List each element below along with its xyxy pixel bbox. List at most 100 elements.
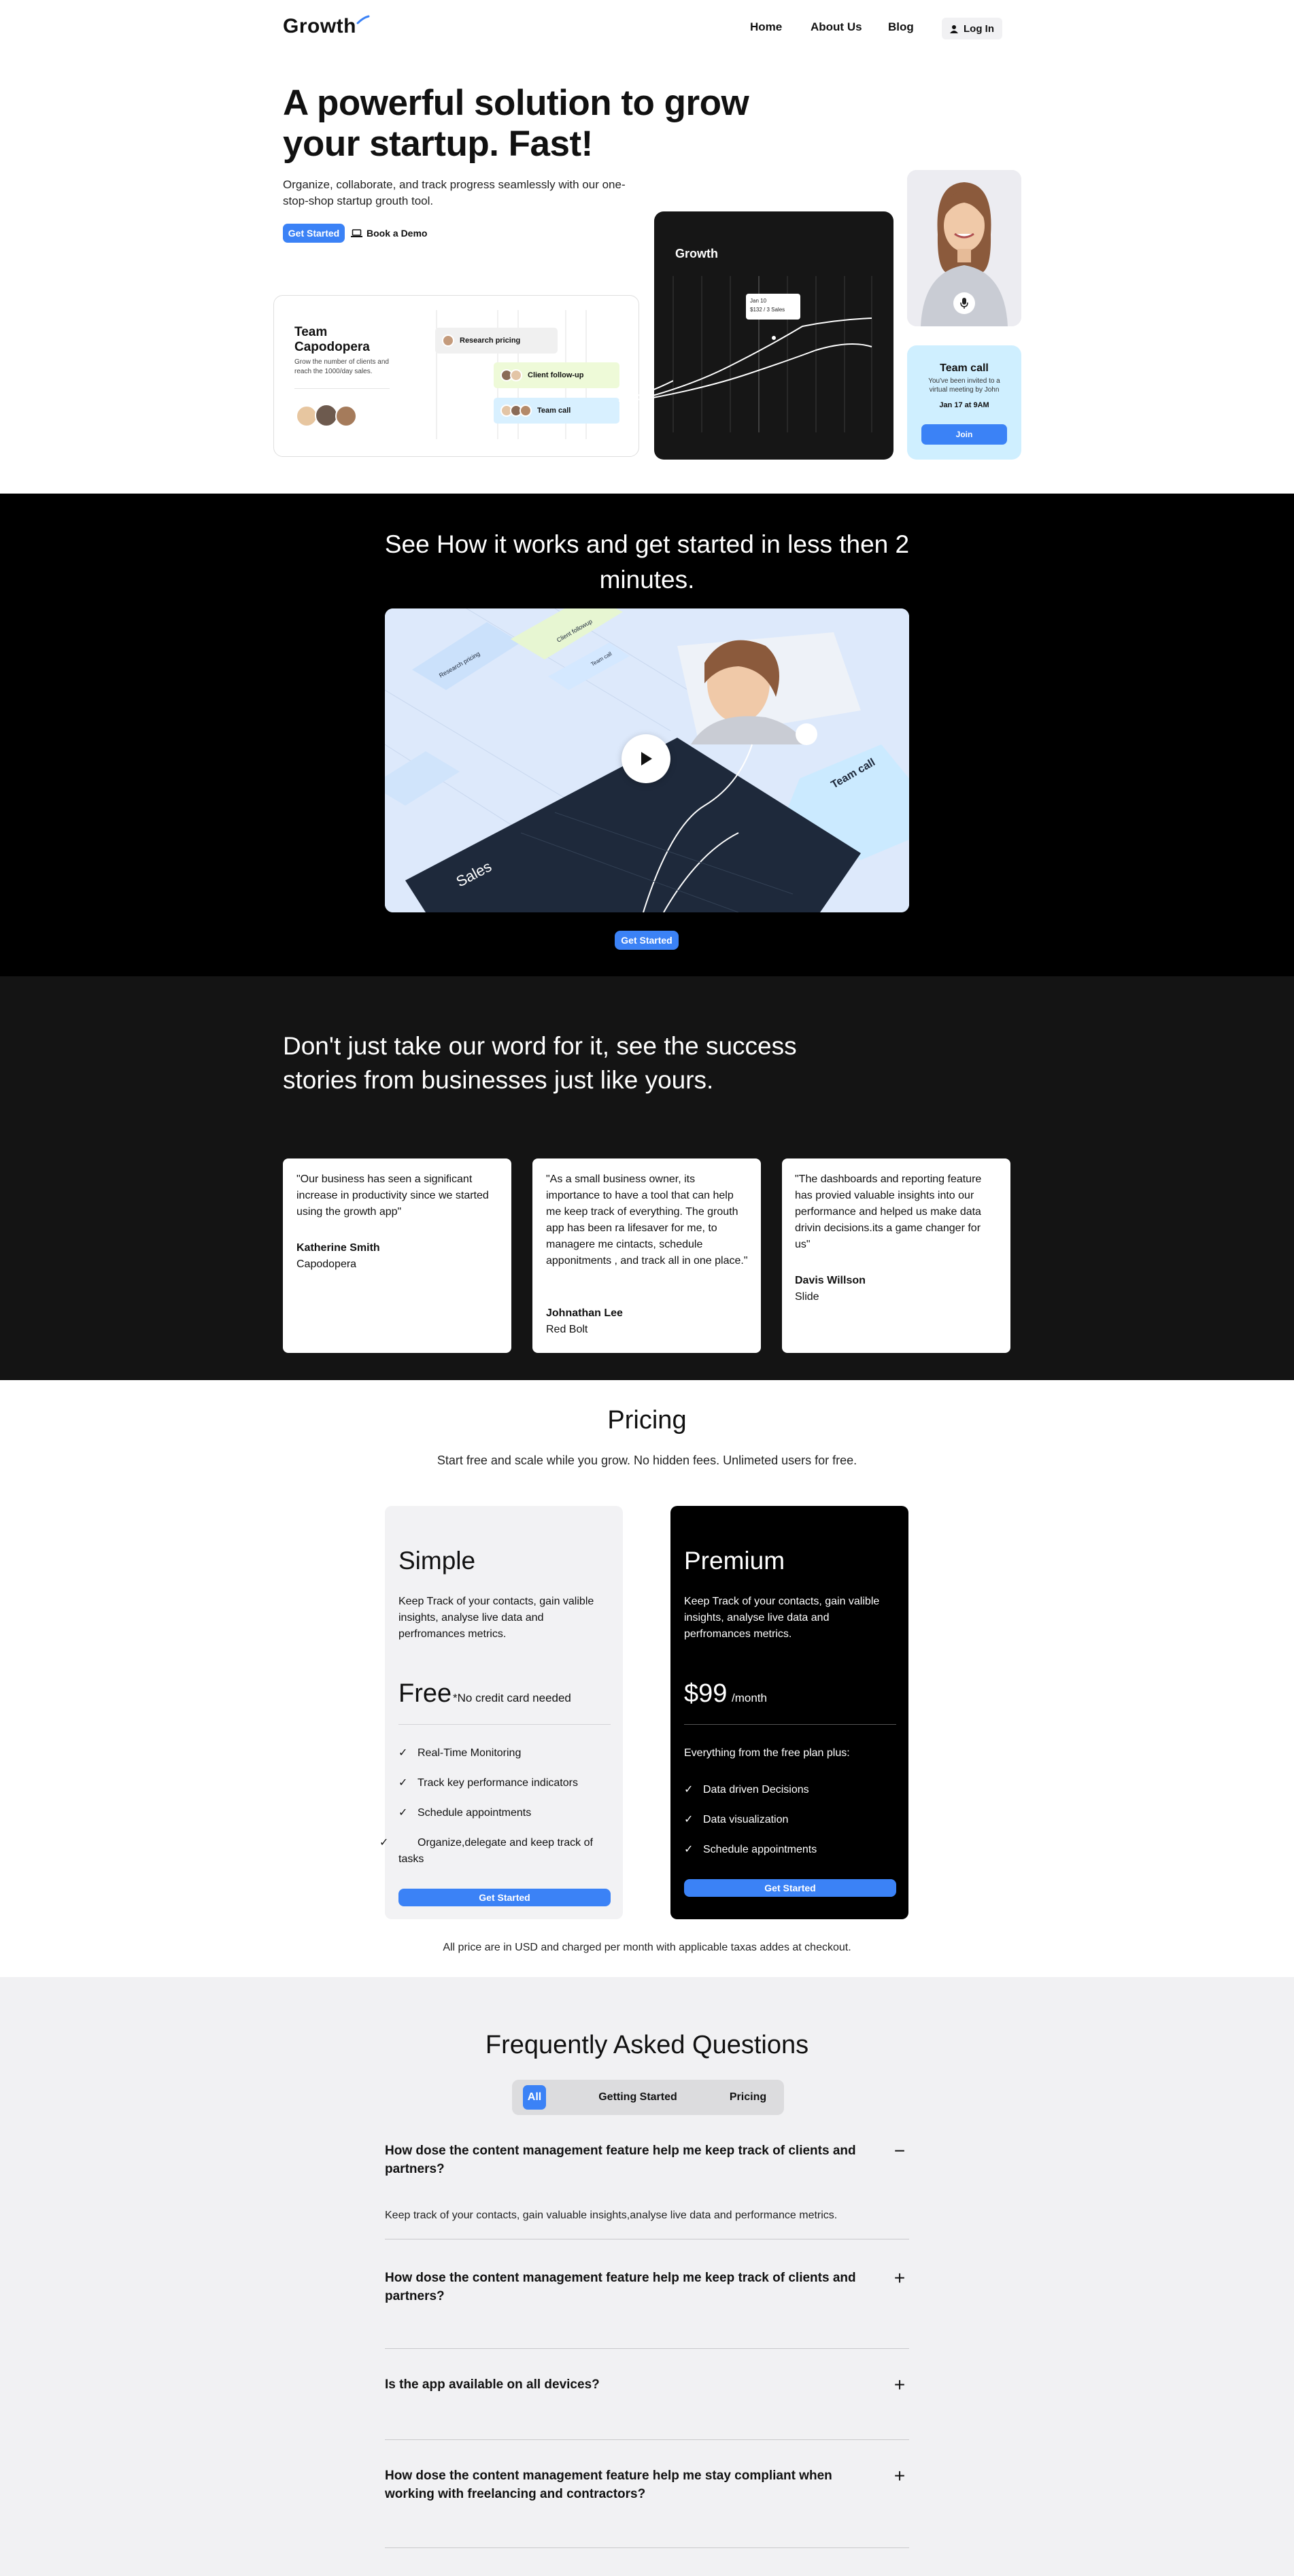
testimonial-quote: "As a small business owner, its importan… xyxy=(546,1173,748,1267)
faq-divider xyxy=(385,2348,909,2349)
growth-tooltip: Jan 10 $132 / 3 Sales xyxy=(746,294,800,320)
growth-card-title: Growth xyxy=(675,247,718,260)
plan-divider xyxy=(684,1724,896,1725)
plan-feature: ✓ Schedule appointments xyxy=(398,1805,611,1821)
testimonial-company: Red Bolt xyxy=(546,1324,588,1335)
tooltip-date: Jan 10 xyxy=(750,298,767,304)
plan-feature-label: Schedule appointments xyxy=(418,1807,532,1819)
expand-icon[interactable]: + xyxy=(891,2269,908,2288)
logo[interactable]: Growth xyxy=(283,15,356,38)
team-call-date: Jan 17 at 9AM xyxy=(939,401,989,409)
tag-label: Research pricing xyxy=(460,337,521,345)
join-call-button[interactable]: Join xyxy=(921,424,1007,445)
check-icon: ✓ xyxy=(398,1747,408,1759)
faq-tab-pricing[interactable]: Pricing xyxy=(721,2085,775,2110)
check-icon: ✓ xyxy=(379,1837,389,1849)
plan-name: Simple xyxy=(398,1547,476,1575)
plan-feature-label: Organize,delegate and keep track of task… xyxy=(398,1837,593,1865)
faq-divider xyxy=(385,2439,909,2440)
plan-feature-label: Real-Time Monitoring xyxy=(418,1747,522,1759)
book-demo-label: Book a Demo xyxy=(367,228,428,239)
book-demo-button[interactable]: Book a Demo xyxy=(351,224,427,243)
connector-line xyxy=(619,380,673,402)
avatar xyxy=(315,404,338,427)
avatar xyxy=(335,405,357,427)
faq-answer: Keep track of your contacts, gain valuab… xyxy=(385,2210,838,2221)
avatar xyxy=(520,405,532,417)
microphone-button[interactable] xyxy=(953,292,975,314)
tag-label: Client follow-up xyxy=(528,371,584,379)
tag-team-call: Team call xyxy=(494,398,619,424)
hero-get-started-button[interactable]: Get Started xyxy=(283,224,345,243)
expand-icon[interactable]: + xyxy=(891,2375,908,2394)
check-icon: ✓ xyxy=(398,1807,408,1819)
plan-feature-label: Schedule appointments xyxy=(703,1844,817,1855)
faq-divider xyxy=(385,2547,909,2548)
how-get-started-button[interactable]: Get Started xyxy=(615,931,679,950)
team-call-sub: You've been invited to a virtual meeting… xyxy=(928,377,1000,394)
faq-tab-all[interactable]: All xyxy=(523,2085,546,2110)
team-card-divider xyxy=(294,388,390,389)
plan-price-note: /month xyxy=(732,1691,767,1704)
tag-label: Team call xyxy=(537,407,571,415)
plan-feature: ✓ Organize,delegate and keep track of ta… xyxy=(379,1835,611,1868)
plan-feature: ✓ Real-Time Monitoring xyxy=(398,1745,611,1762)
plan-feature: ✓ Track key performance indicators xyxy=(398,1775,611,1791)
faq-question[interactable]: How dose the content management feature … xyxy=(385,2269,881,2305)
premium-get-started-button[interactable]: Get Started xyxy=(684,1879,896,1897)
hero-subtitle: Organize, collaborate, and track progres… xyxy=(283,178,626,207)
testimonial-company: Capodopera xyxy=(296,1258,357,1270)
team-call-title: Team call xyxy=(940,362,989,374)
plan-feature-label: Data driven Decisions xyxy=(703,1784,809,1796)
plan-desc: Keep Track of your contacts, gain valibl… xyxy=(684,1596,880,1640)
testimonial-name: Davis Willson xyxy=(795,1275,866,1286)
plan-price: Free xyxy=(398,1679,452,1708)
plan-feature-label: Track key performance indicators xyxy=(418,1777,578,1789)
tooltip-value: $132 / 3 Sales xyxy=(750,307,785,313)
simple-get-started-button[interactable]: Get Started xyxy=(398,1889,611,1906)
faq-question[interactable]: Is the app available on all devices? xyxy=(385,2375,881,2394)
play-button[interactable] xyxy=(622,734,670,783)
logo-swoosh-icon xyxy=(356,15,370,24)
pricing-subtitle: Start free and scale while you grow. No … xyxy=(437,1454,857,1467)
tag-research-pricing: Research pricing xyxy=(435,328,558,354)
expand-icon[interactable]: + xyxy=(891,2467,908,2486)
plan-feature-label: Data visualization xyxy=(703,1814,789,1825)
check-icon: ✓ xyxy=(684,1784,694,1796)
testimonial-name: Katherine Smith xyxy=(296,1242,380,1254)
pricing-footnote: All price are in USD and charged per mon… xyxy=(443,1942,851,1953)
plan-feature: ✓ Data visualization xyxy=(684,1812,896,1828)
hero-title: A powerful solution to grow your startup… xyxy=(283,83,749,164)
testimonial-company: Slide xyxy=(795,1291,819,1303)
pricing-title: Pricing xyxy=(607,1406,687,1435)
nav-home[interactable]: Home xyxy=(750,20,782,34)
check-icon: ✓ xyxy=(398,1777,408,1789)
play-icon xyxy=(641,752,652,766)
collapse-icon[interactable]: − xyxy=(891,2142,908,2161)
nav-blog[interactable]: Blog xyxy=(888,20,914,34)
plan-desc: Keep Track of your contacts, gain valibl… xyxy=(398,1596,594,1640)
avatar xyxy=(442,334,454,347)
plan-feature: ✓ Data driven Decisions xyxy=(684,1782,896,1798)
check-icon: ✓ xyxy=(684,1814,694,1825)
plan-price-note: *No credit card needed xyxy=(453,1691,571,1704)
faq-question[interactable]: How dose the content management feature … xyxy=(385,2142,881,2178)
user-icon xyxy=(950,24,958,33)
login-label: Log In xyxy=(964,22,994,35)
login-button[interactable]: Log In xyxy=(942,18,1002,39)
tag-client-followup: Client follow-up xyxy=(494,362,619,388)
faq-question[interactable]: How dose the content management feature … xyxy=(385,2467,881,2503)
nav-about-us[interactable]: About Us xyxy=(811,20,862,34)
faq-title: Frequently Asked Questions xyxy=(485,2031,809,2059)
team-card-desc: Grow the number of clients and reach the… xyxy=(294,358,389,375)
plan-intro: Everything from the free plan plus: xyxy=(684,1747,850,1759)
how-it-works-title: See How it works and get started in less… xyxy=(384,530,910,594)
faq-tab-getting-started[interactable]: Getting Started xyxy=(583,2085,692,2110)
plan-feature: ✓ Schedule appointments xyxy=(684,1842,896,1858)
testimonials-title: Don't just take our word for it, see the… xyxy=(283,1032,797,1094)
plan-price: $99 xyxy=(684,1679,728,1708)
microphone-icon xyxy=(960,298,968,309)
testimonial-quote: "The dashboards and reporting feature ha… xyxy=(795,1173,982,1250)
plan-divider xyxy=(398,1724,611,1725)
laptop-icon xyxy=(351,229,362,237)
